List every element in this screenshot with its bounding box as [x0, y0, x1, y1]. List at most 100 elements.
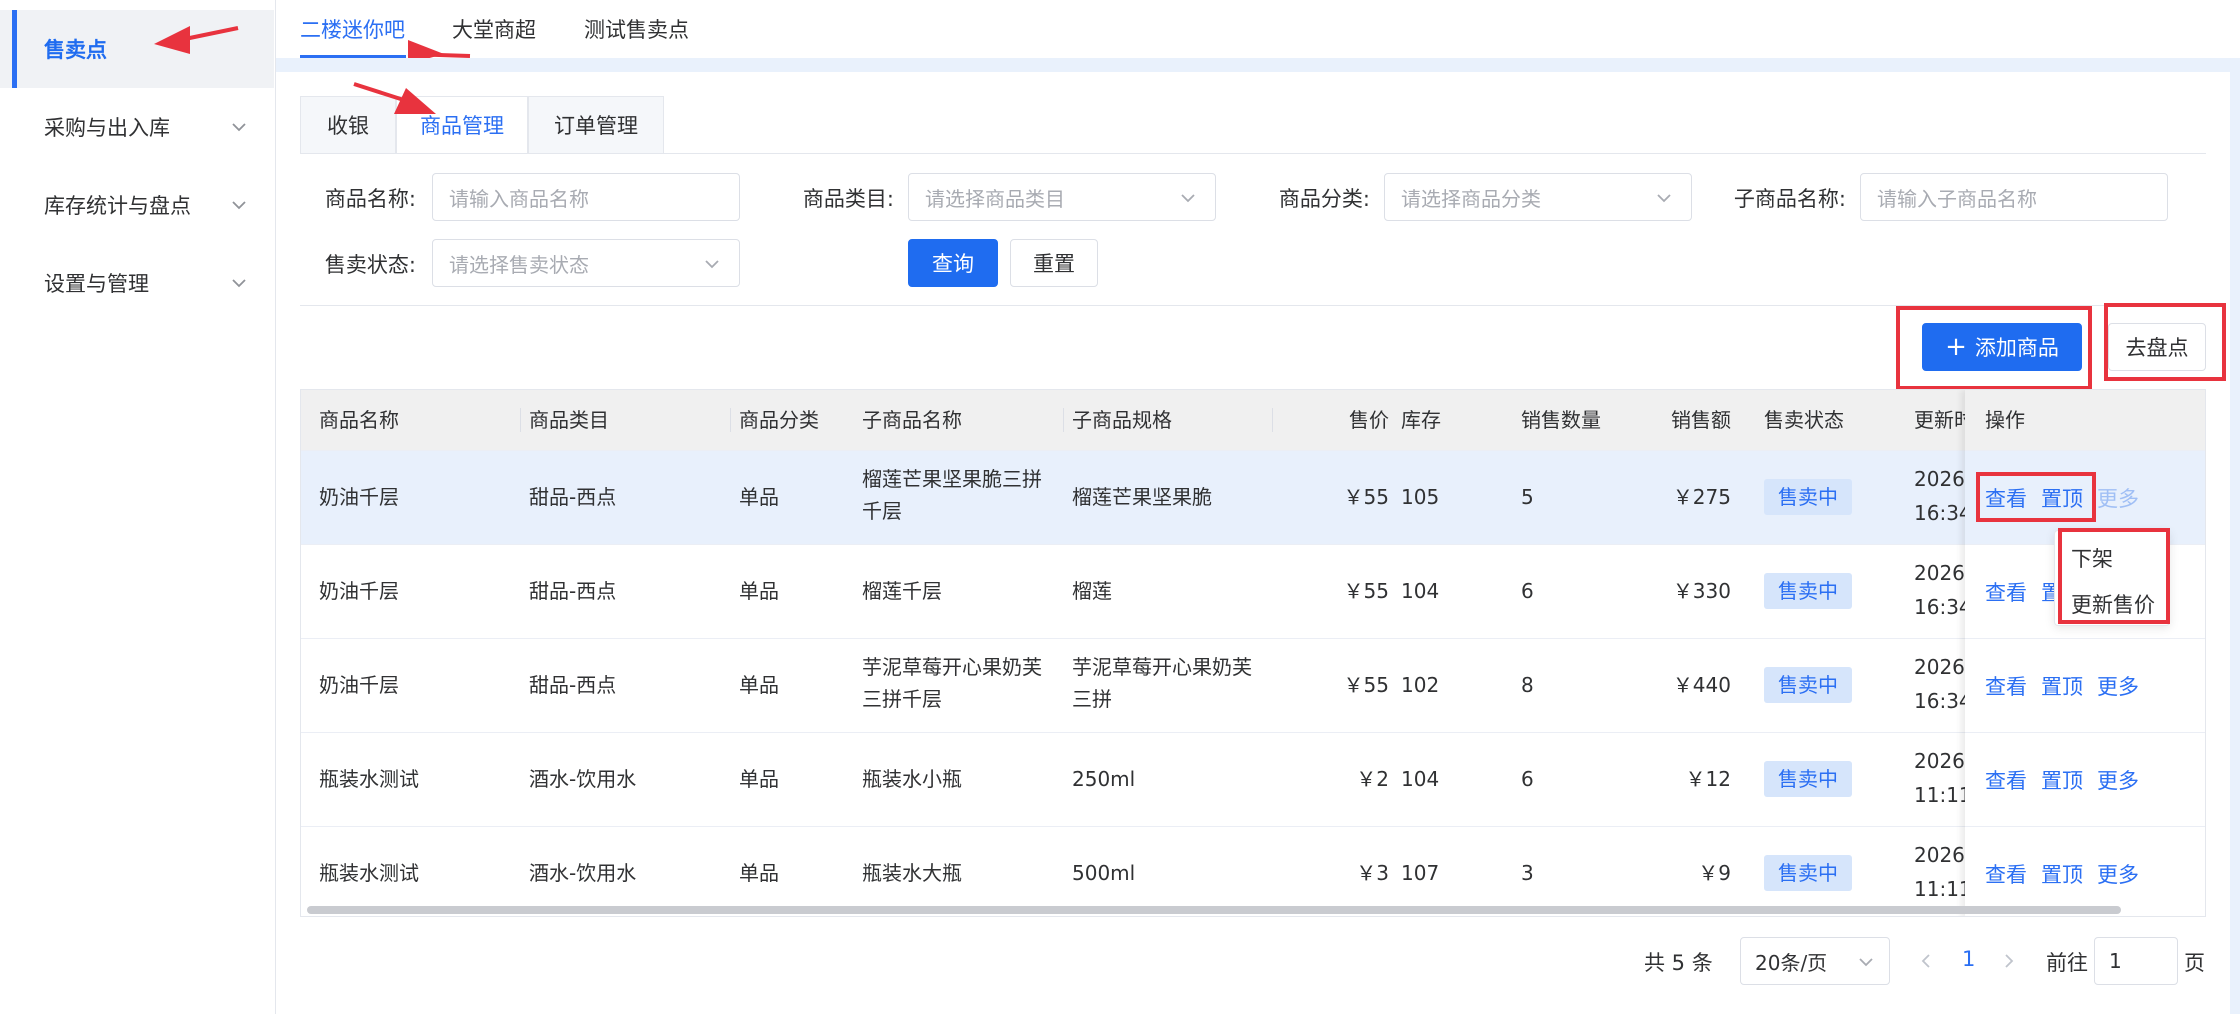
cell-stock: 104: [1401, 767, 1440, 791]
column-separator: [301, 390, 1273, 450]
cell-update-date: 2026-: [1914, 561, 1973, 585]
cell-stock: 104: [1401, 579, 1440, 603]
placeholder-text: 请输入子商品名称: [1877, 186, 2037, 211]
more-link[interactable]: 更多: [2097, 859, 2139, 889]
cell-sub-product-name: 瓶装水小瓶: [862, 767, 962, 791]
goto-page-input[interactable]: 1: [2094, 937, 2178, 985]
more-link[interactable]: 更多: [2097, 671, 2139, 701]
active-indicator: [12, 10, 17, 88]
pin-top-link[interactable]: 置顶: [2041, 671, 2083, 701]
tab-test-sale-point[interactable]: 测试售卖点: [584, 14, 689, 44]
chevron-down-icon: [232, 201, 246, 210]
sale-status-select[interactable]: 请选择售卖状态: [432, 239, 740, 287]
sidebar-item-label: 设置与管理: [44, 272, 149, 296]
cell-update-date: 2026-: [1914, 843, 1973, 867]
cell-update-date: 2026-: [1914, 749, 1973, 773]
cell-update-date: 2026-: [1914, 467, 1973, 491]
sidebar-item-label: 售卖点: [44, 38, 107, 62]
annotation-highlight-box: [2058, 528, 2170, 624]
cell-class: 单品: [739, 485, 779, 509]
sidebar-item-label: 采购与出入库: [44, 116, 170, 140]
reset-button[interactable]: 重置: [1010, 239, 1098, 287]
sidebar-item-purchase[interactable]: 采购与出入库: [0, 98, 274, 156]
sale-point-tabs: 二楼迷你吧 大堂商超 测试售卖点: [276, 0, 2240, 58]
cell-update-time: 11:11: [1914, 877, 1972, 901]
more-link[interactable]: 更多: [2097, 765, 2139, 795]
view-link[interactable]: 查看: [1985, 671, 2027, 701]
product-table: 商品名称 商品类目 商品分类 子商品名称 子商品规格 售价 库存 销售数量 销售…: [300, 389, 2206, 917]
page-size-value: 20条/页: [1755, 950, 1828, 975]
more-link[interactable]: 更多: [2097, 483, 2139, 513]
column-header: 库存: [1401, 408, 1441, 432]
label-sale-status: 售卖状态:: [324, 253, 416, 277]
sidebar-item-settings[interactable]: 设置与管理: [0, 254, 274, 312]
tab-order-management[interactable]: 订单管理: [528, 96, 664, 154]
cell-price: ￥55: [1343, 579, 1389, 603]
annotation-highlight-box: [1896, 306, 2092, 390]
cell-sub-product-spec: 榴莲: [1072, 579, 1112, 603]
status-badge: 售卖中: [1764, 479, 1852, 515]
status-badge: 售卖中: [1764, 761, 1852, 797]
table-row[interactable]: 瓶装水测试 酒水-饮用水 单品 瓶装水大瓶 500ml ￥3 107 3 ￥9 …: [301, 826, 2205, 916]
product-name-input[interactable]: 请输入商品名称: [432, 173, 740, 221]
cell-product-name: 瓶装水测试: [319, 861, 419, 885]
cell-sold-qty: 3: [1521, 861, 1534, 885]
label-sub-product-name: 子商品名称:: [1733, 187, 1846, 211]
chevron-left-icon[interactable]: [1916, 951, 1936, 971]
sidebar-item-label: 库存统计与盘点: [44, 194, 191, 218]
table-header: 商品名称 商品类目 商品分类 子商品名称 子商品规格 售价 库存 销售数量 销售…: [301, 390, 2205, 450]
status-badge: 售卖中: [1764, 573, 1852, 609]
cell-price: ￥2: [1356, 767, 1389, 791]
cell-category: 酒水-饮用水: [529, 861, 637, 885]
table-row[interactable]: 奶油千层 甜品-西点 单品 榴莲芒果坚果脆三拼千层 榴莲芒果坚果脆 ￥55 10…: [301, 450, 2205, 545]
column-header: 销售数量: [1521, 408, 1601, 432]
pin-top-link[interactable]: 置顶: [2041, 859, 2083, 889]
sidebar: 售卖点 采购与出入库 库存统计与盘点 设置与管理: [0, 0, 276, 1014]
product-class-select[interactable]: 请选择商品分类: [1384, 173, 1692, 221]
cell-stock: 107: [1401, 861, 1440, 885]
cell-product-name: 瓶装水测试: [319, 767, 419, 791]
query-button[interactable]: 查询: [908, 239, 998, 287]
view-link[interactable]: 查看: [1985, 859, 2027, 889]
page-number-current[interactable]: 1: [1962, 947, 1975, 971]
cell-sub-product-name: 榴莲千层: [862, 579, 942, 603]
operations-cell: 查看 置顶 更多: [1965, 638, 2205, 733]
chevron-right-icon[interactable]: [1999, 951, 2019, 971]
cell-product-name: 奶油千层: [319, 485, 399, 509]
operations-column: 操作 查看 置顶 更多 查看 置顶 查看 置顶 更多 查看 置顶 更多 查看 置…: [1965, 390, 2205, 916]
cell-sub-product-spec: 250ml: [1072, 767, 1136, 791]
annotation-highlight-box: [1976, 472, 2096, 522]
cell-sub-product-name: 瓶装水大瓶: [862, 861, 962, 885]
chevron-down-icon: [705, 260, 719, 269]
annotation-arrow-icon: [353, 82, 436, 114]
content-band: [2230, 58, 2240, 1014]
column-header: 售价: [1349, 408, 1389, 432]
column-header: 操作: [1965, 390, 2205, 450]
table-row[interactable]: 瓶装水测试 酒水-饮用水 单品 瓶装水小瓶 250ml ￥2 104 6 ￥12…: [301, 732, 2205, 827]
cell-sold-qty: 8: [1521, 673, 1534, 697]
cell-category: 酒水-饮用水: [529, 767, 637, 791]
view-link[interactable]: 查看: [1985, 765, 2027, 795]
cell-sub-product-spec: 芋泥草莓开心果奶芙三拼: [1072, 655, 1252, 711]
cell-revenue: ￥275: [1672, 485, 1731, 509]
table-row[interactable]: 奶油千层 甜品-西点 单品 芋泥草莓开心果奶芙三拼千层 芋泥草莓开心果奶芙三拼 …: [301, 638, 2205, 733]
table-row[interactable]: 奶油千层 甜品-西点 单品 榴莲千层 榴莲 ￥55 104 6 ￥330 售卖中…: [301, 544, 2205, 639]
product-category-select[interactable]: 请选择商品类目: [908, 173, 1216, 221]
sub-product-name-input[interactable]: 请输入子商品名称: [1860, 173, 2168, 221]
cell-class: 单品: [739, 673, 779, 697]
pin-top-link[interactable]: 置顶: [2041, 765, 2083, 795]
cell-price: ￥55: [1343, 673, 1389, 697]
cell-class: 单品: [739, 767, 779, 791]
column-header: 销售额: [1671, 408, 1731, 432]
view-link[interactable]: 查看: [1985, 577, 2027, 607]
horizontal-scrollbar[interactable]: [307, 906, 2121, 914]
divider: [300, 153, 2206, 154]
sidebar-item-inventory[interactable]: 库存统计与盘点: [0, 176, 274, 234]
tab-erlou-minibar[interactable]: 二楼迷你吧: [300, 14, 405, 44]
cell-update-time: 16:34: [1914, 595, 1972, 619]
cell-class: 单品: [739, 579, 779, 603]
chevron-down-icon: [232, 123, 246, 132]
page-size-select[interactable]: 20条/页: [1740, 937, 1890, 985]
cell-stock: 102: [1401, 673, 1440, 697]
cell-sub-product-name: 榴莲芒果坚果脆三拼千层: [862, 467, 1042, 523]
